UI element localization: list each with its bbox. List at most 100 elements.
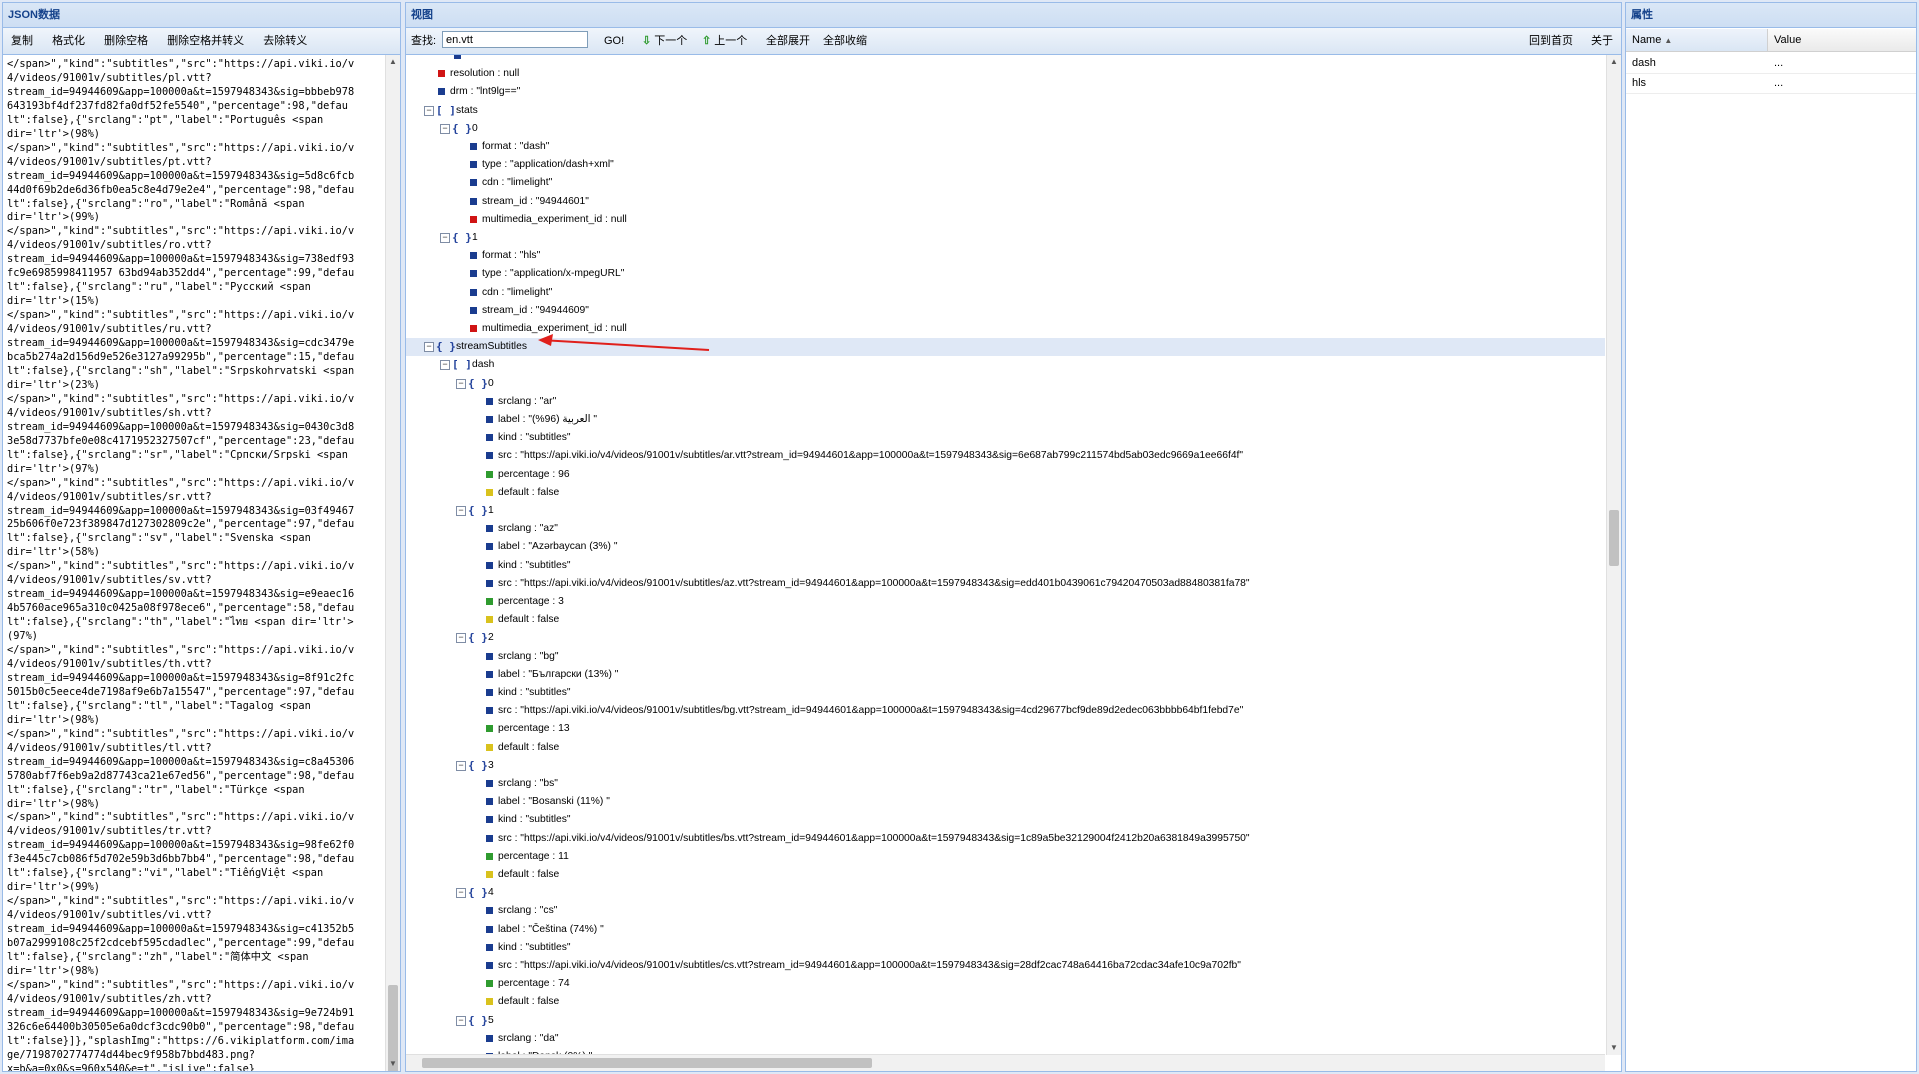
tree-node[interactable]: −[ ] stats xyxy=(406,102,1605,120)
tree-node[interactable]: src : "https://api.viki.io/v4/videos/910… xyxy=(406,957,1605,975)
tree-node[interactable]: stream_id : "94944609" xyxy=(406,302,1605,320)
scroll-down-icon[interactable]: ▼ xyxy=(1607,1041,1621,1055)
tree-node[interactable]: srclang : "az" xyxy=(406,520,1605,538)
scroll-up-icon[interactable]: ▲ xyxy=(386,55,400,69)
tree-node[interactable]: format : "hls" xyxy=(406,247,1605,265)
json-text-line: f3e445c7cb086f5d702e59b3d6bb7bb4","perce… xyxy=(7,853,355,866)
collapse-toggle-icon[interactable]: − xyxy=(456,1015,466,1026)
collapse-all-button[interactable]: 全部收缩 xyxy=(815,28,875,54)
next-button[interactable]: ⇩ 下一个 xyxy=(634,28,695,54)
tree-node[interactable]: −{ } 1 xyxy=(406,502,1605,520)
tree-node[interactable]: type : "application/dash+xml" xyxy=(406,156,1605,174)
value-column-header[interactable]: Value xyxy=(1768,29,1916,51)
format-button[interactable]: 格式化 xyxy=(44,28,93,54)
tree-node[interactable]: percentage : 13 xyxy=(406,720,1605,738)
json-text-line: 25b606f0e723f389847d127302809c2e","perce… xyxy=(7,518,355,531)
go-button[interactable]: GO! xyxy=(596,28,632,54)
tree-node[interactable]: percentage : 74 xyxy=(406,975,1605,993)
tree-node[interactable]: −{ } 2 xyxy=(406,629,1605,647)
remove-whitespace-escape-button[interactable]: 删除空格并转义 xyxy=(159,28,252,54)
collapse-toggle-icon[interactable]: − xyxy=(424,342,434,353)
tree-node[interactable]: format : "dash" xyxy=(406,138,1605,156)
tree-node[interactable]: label : "Bosanski (11%) " xyxy=(406,793,1605,811)
tree-node[interactable]: −{ } 1 xyxy=(406,229,1605,247)
property-row[interactable]: hls... xyxy=(1626,73,1916,94)
collapse-toggle-icon[interactable]: − xyxy=(456,888,466,899)
tree-node[interactable]: default : false xyxy=(406,484,1605,502)
tree-node[interactable]: src : "https://api.viki.io/v4/videos/910… xyxy=(406,575,1605,593)
tree-node[interactable]: default : false xyxy=(406,739,1605,757)
tree-node[interactable]: −{ } 0 xyxy=(406,375,1605,393)
tree-node[interactable]: srclang : "bg" xyxy=(406,648,1605,666)
scrollbar-thumb[interactable] xyxy=(1609,510,1619,566)
tree-node[interactable]: percentage : 11 xyxy=(406,848,1605,866)
property-row[interactable]: dash... xyxy=(1626,53,1916,74)
json-text-scrollbar[interactable]: ▲ ▼ xyxy=(385,55,400,1071)
tree-node[interactable]: default : false xyxy=(406,611,1605,629)
tree-node[interactable]: kind : "subtitles" xyxy=(406,557,1605,575)
tree-node[interactable]: kind : "subtitles" xyxy=(406,811,1605,829)
collapse-toggle-icon[interactable]: − xyxy=(440,123,450,134)
tree-node[interactable]: drm : "lnt9lg==" xyxy=(406,83,1605,101)
tree-node[interactable]: label : "Български (13%) " xyxy=(406,666,1605,684)
tree-node-label: label : "Azərbaycan (3%) " xyxy=(498,541,618,553)
collapse-toggle-icon[interactable]: − xyxy=(424,105,434,116)
tree-node[interactable]: −{ } streamSubtitles xyxy=(406,338,1605,357)
tree-node[interactable]: srclang : "cs" xyxy=(406,902,1605,920)
tree-node[interactable]: −[ ] dash xyxy=(406,356,1605,374)
scroll-down-icon[interactable]: ▼ xyxy=(386,1057,400,1071)
previous-button[interactable]: ⇧ 上一个 xyxy=(694,28,755,54)
collapse-toggle-icon[interactable]: − xyxy=(456,506,466,516)
tree-node[interactable]: label : "Chinese(Simplified) (98%)" xyxy=(406,55,1605,65)
scroll-up-icon[interactable]: ▲ xyxy=(1607,55,1621,69)
tree-node[interactable]: label : "العربية (96%) " xyxy=(406,411,1605,429)
horizontal-scrollbar-thumb[interactable] xyxy=(422,1058,872,1068)
tree-node[interactable]: multimedia_experiment_id : null xyxy=(406,211,1605,229)
collapse-toggle-icon[interactable]: − xyxy=(456,633,466,644)
tree-node[interactable]: type : "application/x-mpegURL" xyxy=(406,265,1605,283)
unescape-button[interactable]: 去除转义 xyxy=(255,28,315,54)
tree-node[interactable]: multimedia_experiment_id : null xyxy=(406,320,1605,338)
about-button[interactable]: 关于 xyxy=(1583,28,1621,54)
tree-scrollbar[interactable]: ▲ ▼ xyxy=(1606,55,1621,1055)
tree-node[interactable]: percentage : 96 xyxy=(406,466,1605,484)
tree-node[interactable]: kind : "subtitles" xyxy=(406,684,1605,702)
tree-node[interactable]: srclang : "da" xyxy=(406,1030,1605,1048)
tree-node[interactable]: kind : "subtitles" xyxy=(406,939,1605,957)
json-text-line: dir='ltr'>(58%) xyxy=(7,546,100,559)
tree-node[interactable]: srclang : "ar" xyxy=(406,393,1605,411)
tree-node[interactable]: −{ } 0 xyxy=(406,120,1605,138)
remove-whitespace-button[interactable]: 删除空格 xyxy=(96,28,156,54)
tree-node[interactable]: default : false xyxy=(406,866,1605,884)
tree-node[interactable]: cdn : "limelight" xyxy=(406,174,1605,192)
tree-node-label: srclang : "az" xyxy=(498,523,558,535)
json-text-line: stream_id=94944609&app=100000a&t=1597948… xyxy=(7,337,355,350)
json-text-area[interactable]: </span>","kind":"subtitles","src":"https… xyxy=(3,55,385,1071)
tree-node[interactable]: srclang : "bs" xyxy=(406,775,1605,793)
tree-node[interactable]: percentage : 3 xyxy=(406,593,1605,611)
back-home-button[interactable]: 回到首页 xyxy=(1521,28,1581,54)
tree-node[interactable]: src : "https://api.viki.io/v4/videos/910… xyxy=(406,447,1605,465)
tree-node[interactable]: resolution : null xyxy=(406,65,1605,83)
collapse-toggle-icon[interactable]: − xyxy=(440,233,450,243)
tree-horizontal-scrollbar[interactable] xyxy=(406,1054,1605,1071)
tree-node-label: dash xyxy=(472,359,495,371)
tree-node[interactable]: stream_id : "94944601" xyxy=(406,193,1605,211)
name-column-header[interactable]: Name ▲ xyxy=(1626,29,1768,51)
tree-node[interactable]: default : false xyxy=(406,993,1605,1011)
collapse-toggle-icon[interactable]: − xyxy=(440,360,450,371)
tree-node[interactable]: cdn : "limelight" xyxy=(406,284,1605,302)
copy-button[interactable]: 复制 xyxy=(3,28,41,54)
tree-node[interactable]: label : "Čeština (74%) " xyxy=(406,921,1605,939)
tree-node[interactable]: src : "https://api.viki.io/v4/videos/910… xyxy=(406,830,1605,848)
tree-node[interactable]: −{ } 5 xyxy=(406,1012,1605,1030)
tree-node[interactable]: −{ } 4 xyxy=(406,884,1605,902)
search-input[interactable] xyxy=(442,31,588,48)
tree-node[interactable]: kind : "subtitles" xyxy=(406,429,1605,447)
collapse-toggle-icon[interactable]: − xyxy=(456,760,466,771)
tree-node[interactable]: label : "Azərbaycan (3%) " xyxy=(406,538,1605,556)
tree-node[interactable]: src : "https://api.viki.io/v4/videos/910… xyxy=(406,702,1605,720)
tree-node[interactable]: −{ } 3 xyxy=(406,757,1605,775)
collapse-toggle-icon[interactable]: − xyxy=(456,378,466,389)
expand-all-button[interactable]: 全部展开 xyxy=(758,28,818,54)
